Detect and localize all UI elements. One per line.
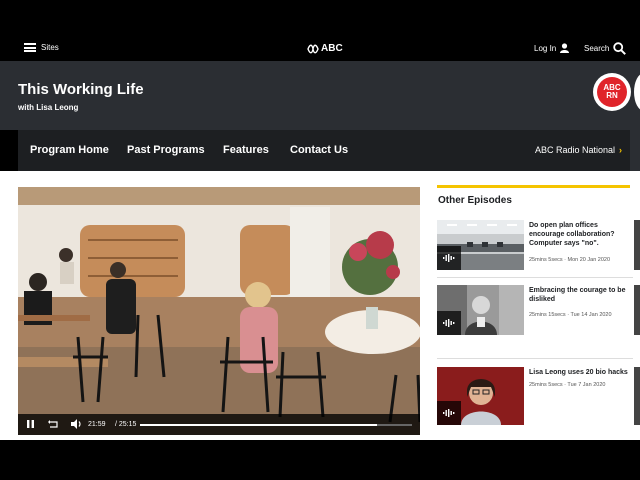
login-label: Log In — [534, 43, 557, 53]
thumbnail-peek — [634, 285, 640, 335]
abc-radio-national-link[interactable]: ABC Radio National › — [535, 145, 622, 155]
episode-meta: 25mins 5secs · Mon 20 Jan 2020 — [529, 257, 611, 263]
program-title[interactable]: This Working Life — [18, 81, 144, 98]
thumbnail-peek — [634, 367, 640, 425]
replay-button[interactable] — [48, 419, 59, 431]
thumbnail-peek — [634, 220, 640, 270]
episode-title[interactable]: Do open plan offices encourage collabora… — [529, 221, 629, 248]
hamburger-icon — [24, 43, 36, 52]
episode-thumbnail — [437, 285, 524, 335]
badge-line-2: RN — [606, 91, 618, 100]
episode-thumbnail — [437, 220, 524, 270]
accent-rule — [437, 185, 630, 188]
episode-item[interactable]: Lisa Leong uses 20 bio hacks 25mins 5sec… — [437, 367, 640, 427]
abc-logo[interactable]: ABC — [307, 43, 343, 54]
screen-frame: Sites ABC Log In Search This Working Lif… — [0, 0, 640, 480]
sites-menu-button[interactable]: Sites — [24, 43, 59, 52]
audio-wave-icon — [443, 319, 455, 327]
network-link-label: ABC Radio National — [535, 145, 616, 155]
program-nav: Program Home Past Programs Features Cont… — [18, 130, 630, 171]
radio-national-logo[interactable]: ABC RN — [593, 73, 631, 111]
nav-program-home[interactable]: Program Home — [30, 144, 109, 156]
episode-title[interactable]: Lisa Leong uses 20 bio hacks — [529, 368, 629, 377]
sites-label: Sites — [41, 43, 59, 52]
user-icon — [560, 43, 570, 53]
seek-progress — [140, 424, 377, 426]
volume-button[interactable] — [71, 419, 83, 431]
episode-title[interactable]: Embracing the courage to be disliked — [529, 286, 629, 304]
episode-meta: 25mins 5secs · Tue 7 Jan 2020 — [529, 382, 606, 388]
logo-text: ABC — [321, 43, 343, 54]
pause-button[interactable] — [26, 419, 35, 431]
audio-play-button[interactable] — [437, 401, 461, 425]
login-button[interactable]: Log In — [534, 43, 570, 53]
replay-icon — [48, 420, 58, 428]
search-icon — [613, 42, 627, 55]
cafe-scene-image — [18, 187, 420, 435]
episode-thumbnail — [437, 367, 524, 425]
global-header: Sites ABC Log In Search — [0, 37, 640, 61]
chevron-right-icon: › — [619, 145, 623, 155]
nav-past-programs[interactable]: Past Programs — [127, 144, 205, 156]
audio-play-button[interactable] — [437, 311, 461, 335]
program-header: This Working Life with Lisa Leong — [0, 61, 640, 130]
nav-overflow-peek — [630, 130, 640, 171]
nav-contact-us[interactable]: Contact Us — [290, 144, 348, 156]
nav-features[interactable]: Features — [223, 144, 269, 156]
episode-item[interactable]: Embracing the courage to be disliked 25m… — [437, 285, 640, 345]
current-time: 21:59 — [88, 421, 106, 428]
search-button[interactable]: Search — [584, 42, 627, 55]
audio-wave-icon — [443, 409, 455, 417]
volume-icon — [71, 419, 81, 429]
duration: / 25:15 — [115, 421, 137, 428]
search-label: Search — [584, 44, 610, 53]
program-subtitle: with Lisa Leong — [18, 103, 79, 112]
audio-play-button[interactable] — [437, 246, 461, 270]
episode-item[interactable]: Do open plan offices encourage collabora… — [437, 220, 640, 280]
episode-divider — [437, 358, 633, 359]
other-episodes-panel: Other Episodes Do open plan offices enco… — [437, 185, 640, 440]
audio-wave-icon — [443, 254, 455, 262]
episode-meta: 25mins 15secs · Tue 14 Jan 2020 — [529, 312, 612, 318]
pause-icon — [27, 420, 34, 428]
player-controls: 21:59 / 25:15 — [18, 414, 420, 435]
episode-divider — [437, 277, 633, 278]
other-episodes-heading: Other Episodes — [438, 195, 512, 206]
seek-bar[interactable] — [140, 424, 412, 426]
abc-lissajous-icon — [307, 44, 319, 53]
video-player[interactable]: 21:59 / 25:15 — [18, 187, 420, 435]
